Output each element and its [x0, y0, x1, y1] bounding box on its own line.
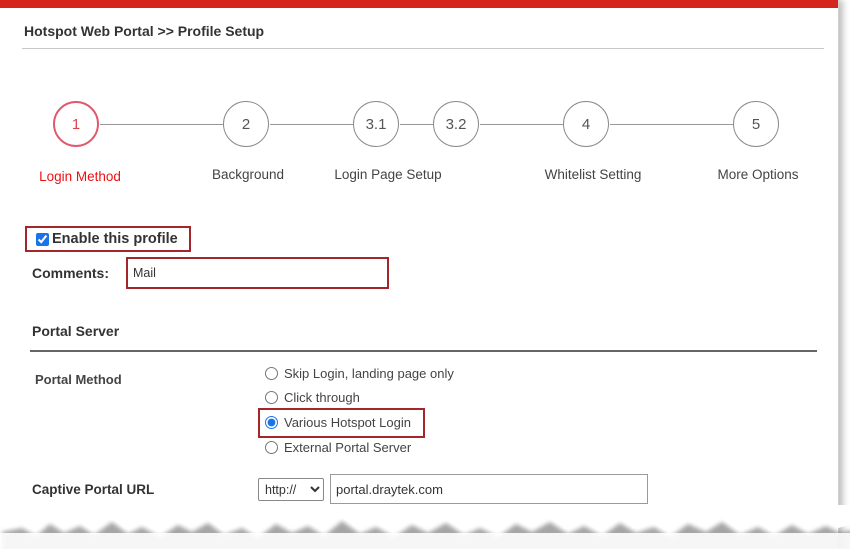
protocol-select[interactable]: http://: [258, 478, 324, 501]
enable-profile-label[interactable]: Enable this profile: [52, 231, 178, 247]
step-3-label[interactable]: Login Page Setup: [334, 167, 441, 182]
step-1-label[interactable]: Login Method: [39, 169, 121, 184]
step-connector: [400, 124, 434, 125]
step-4-circle[interactable]: 4: [563, 101, 609, 147]
torn-edge-graphic: [0, 505, 850, 549]
step-connector: [270, 124, 354, 125]
step-1-circle[interactable]: 1: [53, 101, 99, 147]
title-divider: [22, 48, 824, 49]
step-3-1-circle[interactable]: 3.1: [353, 101, 399, 147]
comments-highlight: [126, 257, 389, 289]
step-connector: [100, 124, 224, 125]
captive-portal-url-input[interactable]: [330, 474, 648, 504]
various-hotspot-label: Various Hotspot Login: [284, 415, 411, 430]
enable-profile-highlight: Enable this profile: [25, 226, 191, 252]
external-portal-label: External Portal Server: [284, 440, 412, 455]
portal-method-label: Portal Method: [35, 372, 122, 387]
section-divider: [30, 350, 817, 352]
step-connector: [480, 124, 564, 125]
step-2-label[interactable]: Background: [212, 167, 284, 182]
step-connector: [610, 124, 734, 125]
skip-login-radio[interactable]: [265, 367, 278, 380]
step-5-label[interactable]: More Options: [717, 167, 798, 182]
step-4-label[interactable]: Whitelist Setting: [545, 167, 642, 182]
step-2-circle[interactable]: 2: [223, 101, 269, 147]
external-portal-radio[interactable]: [265, 441, 278, 454]
skip-login-label: Skip Login, landing page only: [284, 366, 454, 381]
portal-method-option-various-hotspot[interactable]: Various Hotspot Login: [265, 415, 411, 430]
portal-method-option-click-through[interactable]: Click through: [265, 390, 360, 405]
page-title: Hotspot Web Portal >> Profile Setup: [24, 23, 265, 39]
step-5-circle[interactable]: 5: [733, 101, 779, 147]
click-through-radio[interactable]: [265, 391, 278, 404]
various-hotspot-radio[interactable]: [265, 416, 278, 429]
captive-portal-url-label: Captive Portal URL: [32, 482, 155, 497]
comments-label: Comments:: [32, 265, 110, 281]
enable-profile-checkbox[interactable]: [36, 232, 49, 246]
portal-method-option-skip-login[interactable]: Skip Login, landing page only: [265, 366, 454, 381]
comments-input[interactable]: [131, 262, 384, 284]
top-accent-bar: [0, 0, 838, 8]
portal-server-section-title: Portal Server: [32, 323, 120, 339]
portal-method-option-external-portal[interactable]: External Portal Server: [265, 440, 411, 455]
click-through-label: Click through: [284, 390, 360, 405]
step-3-2-circle[interactable]: 3.2: [433, 101, 479, 147]
profile-setup-window: Hotspot Web Portal >> Profile Setup 1 2 …: [0, 0, 839, 549]
